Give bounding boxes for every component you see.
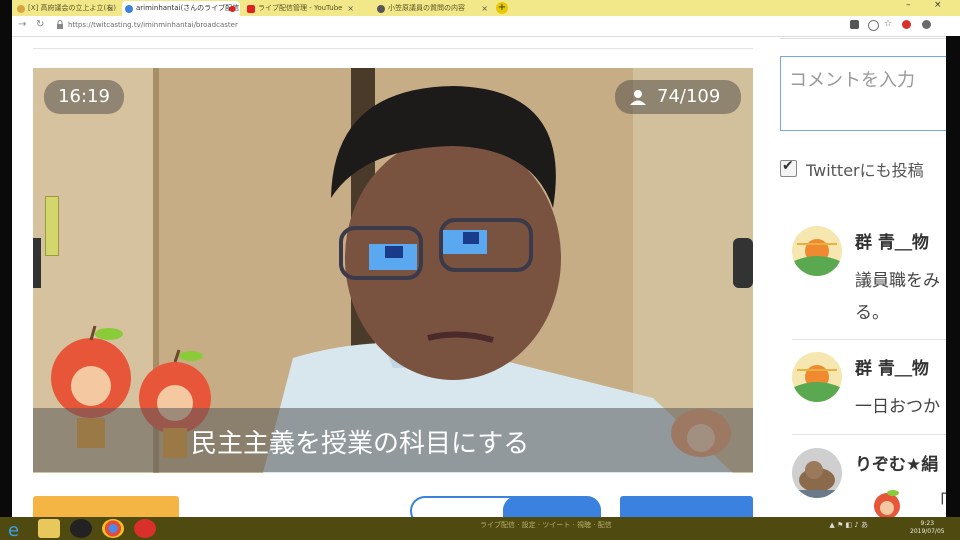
lock-icon: [57, 20, 63, 29]
comment-input[interactable]: コメントを入力: [780, 56, 950, 131]
page-divider: [33, 48, 753, 49]
tab-title: 小笠原議員の質問の内容: [388, 4, 465, 12]
avatar[interactable]: [792, 352, 842, 402]
recording-dot-icon: ●: [229, 4, 236, 13]
tab-favicon-icon: [377, 5, 385, 13]
twitter-label: Twitterにも投稿: [806, 161, 924, 180]
avatar[interactable]: [792, 226, 842, 276]
zoom-icon[interactable]: [868, 20, 879, 31]
forward-icon[interactable]: →: [18, 19, 26, 30]
tab-3[interactable]: ライブ配信管理 - YouTube ×: [244, 1, 358, 16]
live-video-player[interactable]: 16:19 74/109 民主主義を授業の科目にする: [33, 68, 753, 473]
clock-date: 2019/07/05: [910, 528, 945, 535]
tab-favicon-icon: [17, 5, 25, 13]
tab-1[interactable]: [X] 高府議会の立上よ立(右) ×: [14, 1, 118, 16]
person-icon: [630, 90, 646, 105]
tray-icons[interactable]: ▲ ⚑ ◧ ♪ あ: [829, 520, 868, 530]
overlay-ghost-text: ライブ配信 · 設定 · ツイート · 視聴 · 配信: [480, 521, 612, 529]
tab-2[interactable]: ariminhantai(さんのライブ配信 ●: [122, 1, 240, 16]
comment-divider: [792, 434, 952, 435]
browser-tab-strip: [X] 高府議会の立上よ立(右) × ariminhantai(さんのライブ配信…: [12, 0, 960, 16]
reload-icon[interactable]: ↻: [36, 19, 44, 30]
minimize-button[interactable]: –: [906, 0, 911, 10]
app-red-icon[interactable]: [134, 519, 156, 538]
url-field[interactable]: https://twitcasting.tv/iminminhantai/bro…: [68, 21, 238, 29]
tab-title: ariminhantai(さんのライブ配信: [136, 4, 240, 12]
comment-text: る。: [855, 303, 889, 323]
comment-placeholder: コメントを入力: [789, 70, 915, 91]
tab-favicon-icon: [125, 5, 133, 13]
panel-top-divider: [780, 38, 946, 39]
svg-text:e: e: [8, 520, 19, 539]
audio-level-meter: [45, 196, 59, 256]
comment-item: 群 青＿物 一日おつか: [792, 352, 952, 422]
elapsed-time-badge: 16:19: [44, 80, 124, 114]
ie-icon[interactable]: e: [5, 519, 27, 539]
youtube-icon: [247, 5, 255, 13]
close-icon[interactable]: ×: [481, 1, 488, 16]
file-explorer-icon[interactable]: [38, 519, 60, 538]
comment-divider: [792, 339, 952, 340]
viewer-count-text: 74/109: [657, 86, 721, 107]
close-window-button[interactable]: ×: [934, 0, 942, 10]
window-left-edge: [0, 0, 12, 517]
tab-title: ライブ配信管理 - YouTube: [258, 4, 343, 12]
blue-action-button-2[interactable]: [620, 496, 753, 517]
comment-text: 一日おつか: [855, 397, 940, 417]
extension-red-icon[interactable]: [902, 20, 911, 29]
address-bar: → ↻ https://twitcasting.tv/iminminhantai…: [12, 16, 960, 37]
close-icon[interactable]: ×: [107, 1, 114, 16]
tab-4[interactable]: 小笠原議員の質問の内容 ×: [374, 1, 492, 16]
mascot-stamp-icon: [874, 490, 900, 518]
viewer-count-badge: 74/109: [615, 80, 741, 114]
tab-title: [X] 高府議会の立上よ立(右): [28, 4, 116, 12]
caption-text: 民主主義を授業の科目にする: [191, 429, 530, 459]
comment-text: 議員職をみ: [855, 271, 940, 291]
window-right-edge: [946, 36, 960, 517]
comment-item: 群 青＿物 議員職をみ る。: [792, 226, 952, 326]
close-icon[interactable]: ×: [347, 1, 354, 16]
taskbar-clock[interactable]: 9:23 2019/07/05: [910, 520, 945, 536]
avatar[interactable]: [792, 448, 842, 498]
caption-bar: 民主主義を授業の科目にする: [33, 408, 753, 472]
extension-icon[interactable]: [850, 20, 859, 29]
orange-action-button[interactable]: [33, 496, 179, 517]
comment-author[interactable]: りぞむ★絹: [855, 450, 938, 475]
comment-author[interactable]: 群 青＿物: [855, 354, 929, 379]
twitter-checkbox[interactable]: [780, 158, 797, 177]
profile-avatar[interactable]: [922, 20, 931, 29]
comment-author[interactable]: 群 青＿物: [855, 228, 929, 253]
new-tab-button[interactable]: +: [496, 2, 508, 14]
app-dark-icon[interactable]: [70, 519, 92, 538]
blue-action-button[interactable]: [503, 496, 601, 517]
star-icon[interactable]: ☆: [884, 20, 893, 29]
chrome-icon[interactable]: [102, 519, 124, 538]
clock-time: 9:23: [920, 520, 935, 527]
